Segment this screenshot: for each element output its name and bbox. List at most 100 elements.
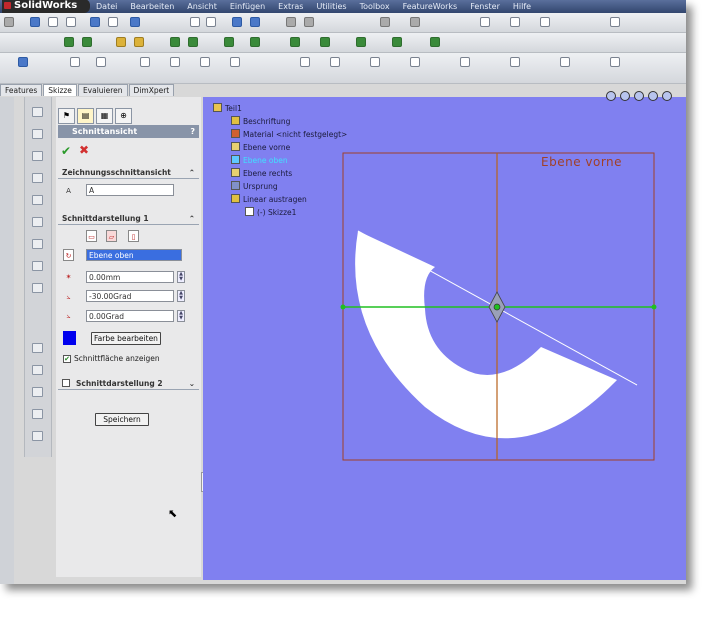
vtool-5-icon[interactable] [32, 195, 43, 205]
centerline-icon[interactable] [330, 57, 340, 67]
fillet-icon[interactable] [170, 37, 180, 47]
polygon-icon[interactable] [200, 57, 210, 67]
extrude-icon[interactable] [116, 37, 126, 47]
show-surface-checkbox[interactable]: ✔ [63, 355, 71, 363]
vtool-10-icon[interactable] [32, 343, 43, 353]
menu-toolbox[interactable]: Toolbox [360, 0, 390, 13]
section-label-field[interactable]: A [86, 184, 174, 196]
tree-item[interactable]: Ursprung [231, 181, 278, 191]
collapse-chevron-icon[interactable]: ⌃ [189, 167, 195, 178]
tab-dimxpert[interactable]: DimXpert [128, 84, 175, 96]
zoom-area-icon[interactable] [66, 17, 76, 27]
revolve-icon[interactable] [134, 37, 144, 47]
tree-item[interactable]: Beschriftung [231, 116, 290, 126]
circle-icon[interactable] [140, 57, 150, 67]
section-color-swatch[interactable] [63, 331, 76, 345]
trim-icon[interactable] [370, 57, 380, 67]
menu-utilities[interactable]: Utilities [316, 0, 346, 13]
front-plane-button-icon[interactable]: ▭ [86, 230, 97, 242]
section2-checkbox[interactable] [62, 379, 70, 387]
record-icon[interactable] [286, 17, 296, 27]
offset-spinner[interactable]: ▲ ▼ [177, 271, 185, 283]
angle1-spinner[interactable]: ▲ ▼ [177, 290, 185, 302]
ok-check-icon[interactable]: ✔ [61, 144, 71, 158]
group-schnittdarstellung-2[interactable]: Schnittdarstellung 2 ⌄ [58, 378, 199, 390]
linear-pattern-icon[interactable] [510, 57, 520, 67]
play-icon[interactable] [304, 17, 314, 27]
menu-hilfe[interactable]: Hilfe [513, 0, 531, 13]
measure-icon[interactable] [380, 17, 390, 27]
tab-skizze[interactable]: Skizze [43, 84, 77, 96]
select-icon[interactable] [30, 17, 40, 27]
pattern-icon[interactable] [224, 37, 234, 47]
config-manager-tab-icon[interactable]: ▦ [96, 108, 113, 124]
tree-item[interactable]: Material <nicht festgelegt> [231, 129, 347, 139]
zoom-icon[interactable] [48, 17, 58, 27]
vtool-6-icon[interactable] [32, 217, 43, 227]
solidworks-logo[interactable]: SolidWorks [2, 0, 90, 13]
offset-field[interactable]: 0.00mm [86, 271, 174, 283]
view-orient-icon[interactable] [130, 17, 140, 27]
relations-icon[interactable] [560, 57, 570, 67]
vtool-4-icon[interactable] [32, 173, 43, 183]
view-settings-icon[interactable] [662, 91, 672, 101]
right-plane-button-icon[interactable]: ▯ [128, 230, 139, 242]
hidden-lines-icon[interactable] [206, 17, 216, 27]
tab-evaluieren[interactable]: Evaluieren [77, 84, 128, 96]
previous-view-icon[interactable] [634, 91, 644, 101]
menu-datei[interactable]: Datei [96, 0, 117, 13]
line-icon[interactable] [70, 57, 80, 67]
tree-root[interactable]: Teil1 [213, 103, 242, 113]
vtool-2-icon[interactable] [32, 129, 43, 139]
spline-icon[interactable] [230, 57, 240, 67]
vtool-8-icon[interactable] [32, 261, 43, 271]
point-icon[interactable] [300, 57, 310, 67]
group-zeichnungsschnittansicht[interactable]: Zeichnungsschnittansicht ⌃ [58, 167, 199, 179]
draft-icon[interactable] [320, 37, 330, 47]
help-icon[interactable]: ? [190, 125, 195, 138]
angle2-spinner[interactable]: ▲ ▼ [177, 310, 185, 322]
arc-icon[interactable] [170, 57, 180, 67]
tree-item[interactable]: Ebene vorne [231, 142, 290, 152]
vtool-12-icon[interactable] [32, 387, 43, 397]
rotate-icon[interactable] [90, 17, 100, 27]
vtool-11-icon[interactable] [32, 365, 43, 375]
shell-icon[interactable] [290, 37, 300, 47]
vtool-1-icon[interactable] [32, 107, 43, 117]
hole-icon[interactable] [392, 37, 402, 47]
vtool-14-icon[interactable] [32, 431, 43, 441]
chamfer-icon[interactable] [188, 37, 198, 47]
menu-ansicht[interactable]: Ansicht [187, 0, 217, 13]
plane-selection-field[interactable]: Ebene oben [86, 249, 182, 261]
menu-bearbeiten[interactable]: Bearbeiten [130, 0, 174, 13]
table-icon[interactable] [410, 17, 420, 27]
sketch-icon[interactable] [64, 37, 74, 47]
collapse-chevron-icon[interactable]: ⌃ [189, 213, 195, 224]
vtool-3-icon[interactable] [32, 151, 43, 161]
save-icon[interactable] [510, 17, 520, 27]
rectangle-icon[interactable] [96, 57, 106, 67]
edit-color-button[interactable]: Farbe bearbeiten [91, 332, 161, 345]
top-plane-button-icon[interactable]: ▱ [106, 230, 117, 242]
open-icon[interactable] [480, 17, 490, 27]
sketch-mirror-icon[interactable] [460, 57, 470, 67]
menu-einfuegen[interactable]: Einfügen [230, 0, 265, 13]
print-icon[interactable] [540, 17, 550, 27]
group-schnittdarstellung-1[interactable]: Schnittdarstellung 1 ⌃ [58, 213, 199, 225]
graphics-viewport[interactable]: Ebene vorne Teil1 Beschriftung Material … [203, 91, 686, 580]
flip-direction-icon[interactable]: ↻ [63, 249, 74, 261]
vtool-13-icon[interactable] [32, 409, 43, 419]
sketch-mode-icon[interactable] [18, 57, 28, 67]
menu-extras[interactable]: Extras [278, 0, 303, 13]
dome-icon[interactable] [430, 37, 440, 47]
tree-item[interactable]: (-) Skizze1 [245, 207, 296, 217]
mirror-icon[interactable] [250, 37, 260, 47]
vtool-9-icon[interactable] [32, 283, 43, 293]
tree-item[interactable]: Linear austragen [231, 194, 307, 204]
expand-chevron-icon[interactable]: ⌄ [189, 378, 195, 389]
rib-icon[interactable] [356, 37, 366, 47]
menu-fenster[interactable]: Fenster [470, 0, 500, 13]
section-view-icon[interactable] [232, 17, 242, 27]
zoom-to-fit-icon[interactable] [606, 91, 616, 101]
dimxpert-tab-icon[interactable]: ⊕ [115, 108, 132, 124]
